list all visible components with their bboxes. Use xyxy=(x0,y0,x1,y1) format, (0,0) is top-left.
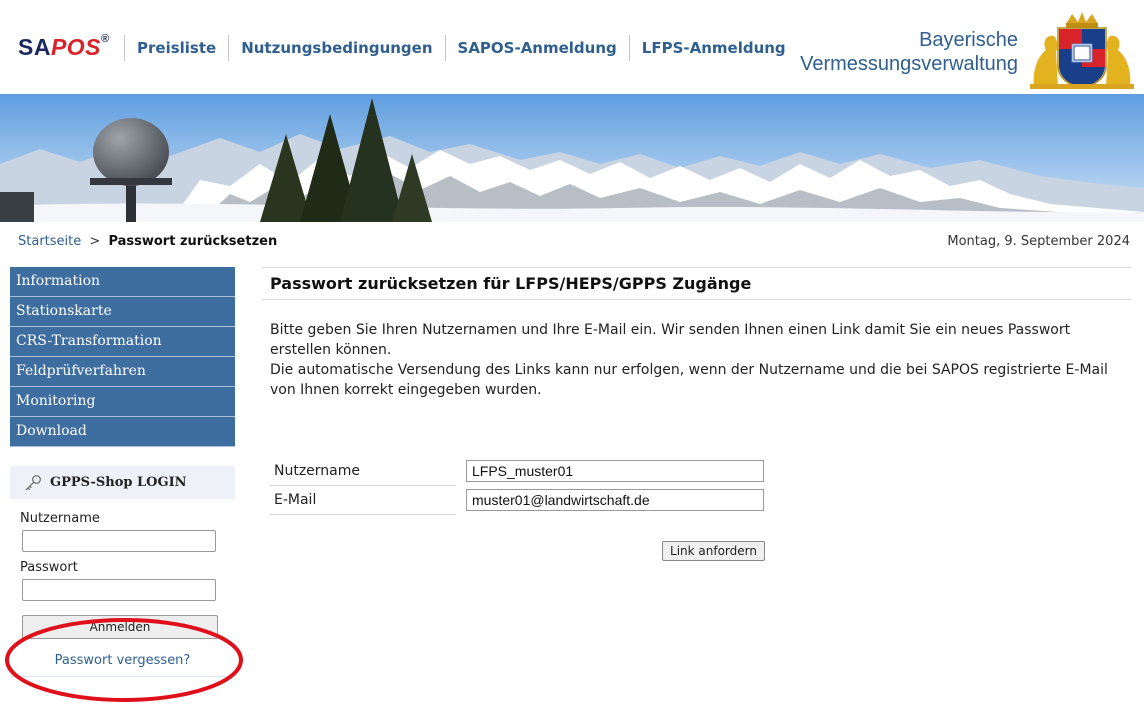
login-button[interactable]: Anmelden xyxy=(22,615,218,639)
intro-paragraph-1: Bitte geben Sie Ihren Nutzernamen und Ih… xyxy=(270,322,1071,358)
brand-line-1: Bayerische xyxy=(919,29,1018,51)
bavarian-coat-of-arms-icon[interactable] xyxy=(1028,10,1136,90)
sidebar-item-crs-transformation[interactable]: CRS-Transformation xyxy=(10,327,235,357)
sidebar-menu: Information Stationskarte CRS-Transforma… xyxy=(10,267,235,447)
form-email-label: E-Mail xyxy=(270,485,456,515)
sidebar-item-information[interactable]: Information xyxy=(10,267,235,297)
login-username-input[interactable] xyxy=(22,530,216,552)
nav-lfps-anmeldung[interactable]: LFPS-Anmeldung xyxy=(628,35,798,61)
login-bottom-divider xyxy=(10,676,235,677)
login-panel: GPPS-Shop LOGIN Nutzername Passwort Anme… xyxy=(10,466,235,677)
form-username-label: Nutzername xyxy=(270,457,456,486)
breadcrumb-home-link[interactable]: Startseite xyxy=(18,234,81,249)
sidebar-item-monitoring[interactable]: Monitoring xyxy=(10,387,235,417)
form-email-input[interactable] xyxy=(466,489,764,511)
request-link-button[interactable]: Link anfordern xyxy=(662,541,765,561)
sidebar-item-stationskarte[interactable]: Stationskarte xyxy=(10,297,235,327)
login-title: GPPS-Shop LOGIN xyxy=(50,475,187,490)
logo-pos-text: POS xyxy=(50,34,102,60)
login-header: GPPS-Shop LOGIN xyxy=(10,466,235,499)
form-username-input[interactable] xyxy=(466,460,764,483)
form-row-email: E-Mail xyxy=(270,485,764,515)
breadcrumb-current: Passwort zurücksetzen xyxy=(108,234,278,249)
main-content: Passwort zurücksetzen für LFPS/HEPS/GPPS… xyxy=(262,267,1132,561)
brand-line-2: Vermessungsverwaltung xyxy=(800,53,1018,75)
sidebar-item-download[interactable]: Download xyxy=(10,417,235,447)
nav-preisliste[interactable]: Preisliste xyxy=(124,35,228,61)
alpine-banner-image xyxy=(0,94,1144,222)
breadcrumb: Startseite > Passwort zurücksetzen xyxy=(18,234,277,249)
key-icon xyxy=(25,474,41,490)
logo-registered-mark: ® xyxy=(101,33,110,46)
breadcrumb-separator: > xyxy=(89,234,101,249)
login-password-input[interactable] xyxy=(22,579,216,601)
intro-paragraph-2: Die automatische Versendung des Links ka… xyxy=(270,362,1108,398)
nav-nutzungsbedingungen[interactable]: Nutzungsbedingungen xyxy=(228,35,444,61)
login-username-label: Nutzername xyxy=(20,511,100,526)
intro-text: Bitte geben Sie Ihren Nutzernamen und Ih… xyxy=(270,320,1132,400)
logo-sa-text: SA xyxy=(18,34,51,60)
page-title: Passwort zurücksetzen für LFPS/HEPS/GPPS… xyxy=(262,267,1132,300)
sidebar-item-feldpruefverfahren[interactable]: Feldprüfverfahren xyxy=(10,357,235,387)
current-date: Montag, 9. September 2024 xyxy=(947,234,1130,249)
brand-name[interactable]: Bayerische Vermessungsverwaltung xyxy=(800,28,1018,76)
forgot-password-link[interactable]: Passwort vergessen? xyxy=(10,653,235,668)
nav-sapos-anmeldung[interactable]: SAPOS-Anmeldung xyxy=(444,35,629,61)
sapos-logo[interactable]: SAPOS® xyxy=(18,33,110,61)
reset-form: Nutzername E-Mail xyxy=(270,457,764,515)
top-navigation: Preisliste Nutzungsbedingungen SAPOS-Anm… xyxy=(124,34,798,62)
form-row-username: Nutzername xyxy=(270,457,764,486)
login-password-label: Passwort xyxy=(20,560,78,575)
